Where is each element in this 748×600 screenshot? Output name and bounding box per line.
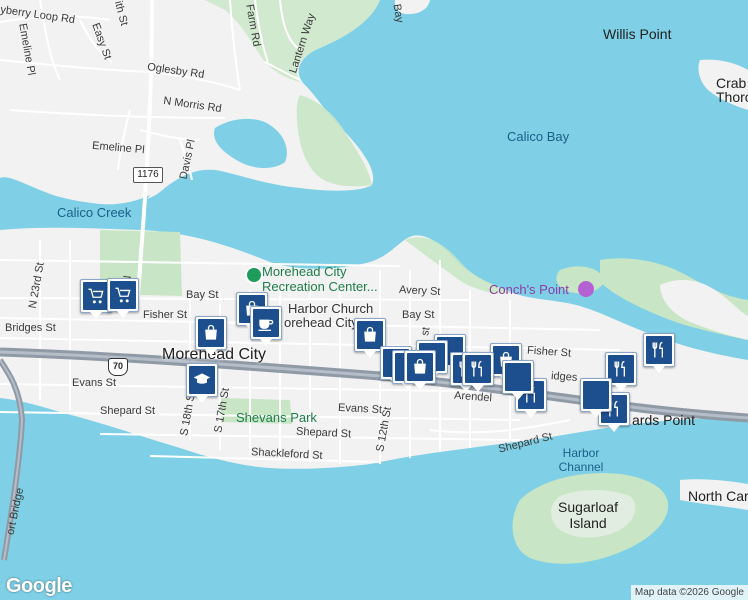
road-label-evans-e: Evans St xyxy=(337,401,383,417)
road-label-avery: Avery St xyxy=(398,283,441,299)
road-label-bay-top: Bay xyxy=(390,3,406,24)
shopping-bag-icon xyxy=(414,358,426,374)
shopping-cart-icon xyxy=(115,287,131,303)
shopping-cart-marker-2[interactable] xyxy=(107,278,139,318)
shopping-cart-icon xyxy=(88,288,104,304)
coffee-marker[interactable] xyxy=(250,306,282,346)
sugarloaf-island-label: Sugarloaf Island xyxy=(558,499,618,531)
restaurant-marker-8[interactable] xyxy=(502,360,534,400)
google-logo[interactable]: Google xyxy=(6,575,72,598)
shevans-park-label: Shevans Park xyxy=(236,410,317,425)
us-70-shield: 70 xyxy=(108,358,128,376)
calico-creek-label: Calico Creek xyxy=(57,205,132,220)
restaurant-marker-7[interactable] xyxy=(580,378,612,418)
graduation-cap-icon xyxy=(193,373,211,384)
route-1176-shield: 1176 xyxy=(133,167,163,183)
conchs-point-pin[interactable] xyxy=(578,281,594,297)
shopping-bag-marker-2[interactable] xyxy=(195,316,227,356)
harbor-church-sub-label: orehead City xyxy=(284,315,358,330)
graduation-marker[interactable] xyxy=(186,363,218,403)
road-label-shepard-w: Shepard St xyxy=(100,405,156,417)
crab-point-label: Crab xyxy=(716,75,747,91)
harbor-church-label: Harbor Church xyxy=(288,301,374,316)
map-attribution: Map data ©2026 Google xyxy=(630,585,748,600)
road-label-bridges: Bridges St xyxy=(5,322,56,334)
road-label-fisher-w: Fisher St xyxy=(143,309,188,321)
ards-point-label: ards Point xyxy=(632,412,696,428)
restaurant-icon xyxy=(652,341,663,358)
restaurant-icon xyxy=(614,360,625,377)
north-carolina-label: North Caro xyxy=(688,488,748,504)
recreation-center-label: Morehead City Recreation Center... xyxy=(262,264,378,294)
coffee-cup-icon xyxy=(258,319,274,331)
restaurant-marker-2[interactable] xyxy=(462,352,494,392)
shopping-bag-marker-9[interactable] xyxy=(404,350,436,390)
road-label-bay-st-w: Bay St xyxy=(186,289,219,301)
shopping-bag-icon xyxy=(364,326,376,342)
conchs-point-label: Conch's Point xyxy=(489,282,569,297)
willis-point-label: Willis Point xyxy=(603,26,672,42)
restaurant-marker-5[interactable] xyxy=(643,333,675,373)
thorofare-label: Thoro xyxy=(716,89,748,105)
road-label-12th-st: st xyxy=(419,326,433,337)
recreation-center-pin[interactable] xyxy=(245,266,263,284)
shopping-bag-icon xyxy=(205,324,217,340)
calico-bay-label: Calico Bay xyxy=(507,129,570,144)
road-label-evans-w: Evans St xyxy=(72,377,117,389)
restaurant-icon xyxy=(471,360,482,377)
harbor-channel-label: Harbor Channel xyxy=(558,446,604,474)
road-label-bridges-e: idges xyxy=(550,370,578,384)
road-label-bay-st-e: Bay St xyxy=(402,309,435,321)
